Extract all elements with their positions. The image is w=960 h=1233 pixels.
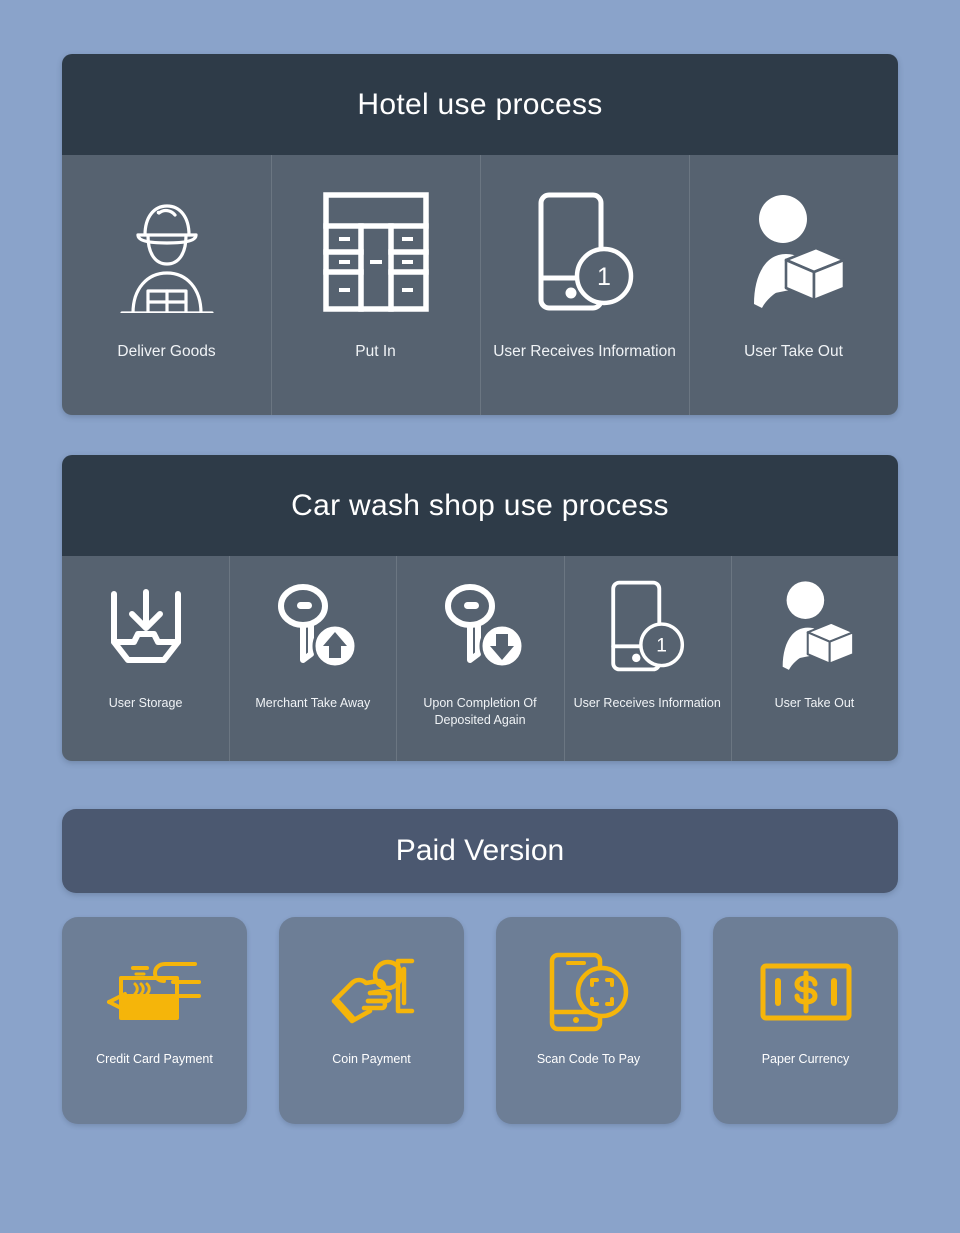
person-carrying-box-icon [738, 189, 850, 314]
payment-method-label: Scan Code To Pay [536, 1052, 641, 1066]
step-merchant-take-away[interactable]: Merchant Take Away [229, 556, 396, 761]
credit-card-hand-icon [103, 949, 207, 1035]
step-user-take-out[interactable]: User Take Out [730, 556, 898, 761]
step-deliver-goods[interactable]: Deliver Goods [62, 155, 271, 415]
notification-badge-count: 1 [597, 263, 611, 291]
step-label: User Storage [108, 696, 183, 710]
paid-version-title: Paid Version [62, 809, 898, 893]
process-overview-page: Hotel use process Deliver Goods Put In 1… [0, 54, 960, 1233]
payment-method-label: Paper Currency [761, 1052, 850, 1066]
payment-method-label: Credit Card Payment [96, 1052, 213, 1066]
storage-down-arrow-icon [100, 578, 192, 673]
step-put-in[interactable]: Put In [271, 155, 480, 415]
step-label: Merchant Take Away [255, 696, 371, 710]
payment-method-scan-code[interactable]: Scan Code To Pay [496, 917, 681, 1124]
notification-badge-count: 1 [656, 635, 667, 656]
step-label: Deliver Goods [117, 343, 216, 360]
carwash-process-panel: Car wash shop use process User Storage M… [62, 455, 898, 761]
step-deposited-again[interactable]: Upon Completion Of Deposited Again [396, 556, 563, 761]
key-down-arrow-icon [434, 578, 526, 673]
step-label: User Take Out [774, 696, 855, 710]
step-label: Upon Completion Of Deposited Again [423, 696, 537, 727]
person-carrying-box-icon [770, 578, 858, 673]
payment-method-label: Coin Payment [332, 1052, 411, 1066]
hotel-process-steps: Deliver Goods Put In 1 User Receives Inf… [62, 155, 898, 415]
payment-method-credit-card[interactable]: Credit Card Payment [62, 917, 247, 1124]
banknote-dollar-icon [758, 949, 854, 1035]
step-user-receives-information[interactable]: 1 User Receives Information [480, 155, 689, 415]
payment-method-paper-currency[interactable]: Paper Currency [713, 917, 898, 1124]
step-label: User Take Out [744, 343, 843, 360]
hotel-process-title: Hotel use process [62, 54, 898, 155]
carwash-process-title: Car wash shop use process [62, 455, 898, 556]
key-up-arrow-icon [267, 578, 359, 673]
payment-methods-row: Credit Card Payment Coin Payment Scan Co… [62, 917, 898, 1124]
step-label: User Receives Information [573, 696, 721, 710]
payment-method-coin[interactable]: Coin Payment [279, 917, 464, 1124]
locker-cabinet-icon [321, 189, 431, 314]
phone-notification-icon: 1 [607, 578, 687, 673]
step-label: User Receives Information [493, 343, 676, 360]
coin-insert-hand-icon [324, 949, 420, 1035]
step-user-receives-information[interactable]: 1 User Receives Information [563, 556, 731, 761]
phone-notification-icon: 1 [535, 189, 635, 314]
carwash-process-steps: User Storage Merchant Take Away Upon Com… [62, 556, 898, 761]
step-user-storage[interactable]: User Storage [62, 556, 229, 761]
step-user-take-out[interactable]: User Take Out [689, 155, 898, 415]
step-label: Put In [355, 343, 396, 360]
delivery-person-icon [108, 189, 226, 314]
phone-qr-scan-icon [546, 949, 632, 1035]
hotel-process-panel: Hotel use process Deliver Goods Put In 1… [62, 54, 898, 415]
